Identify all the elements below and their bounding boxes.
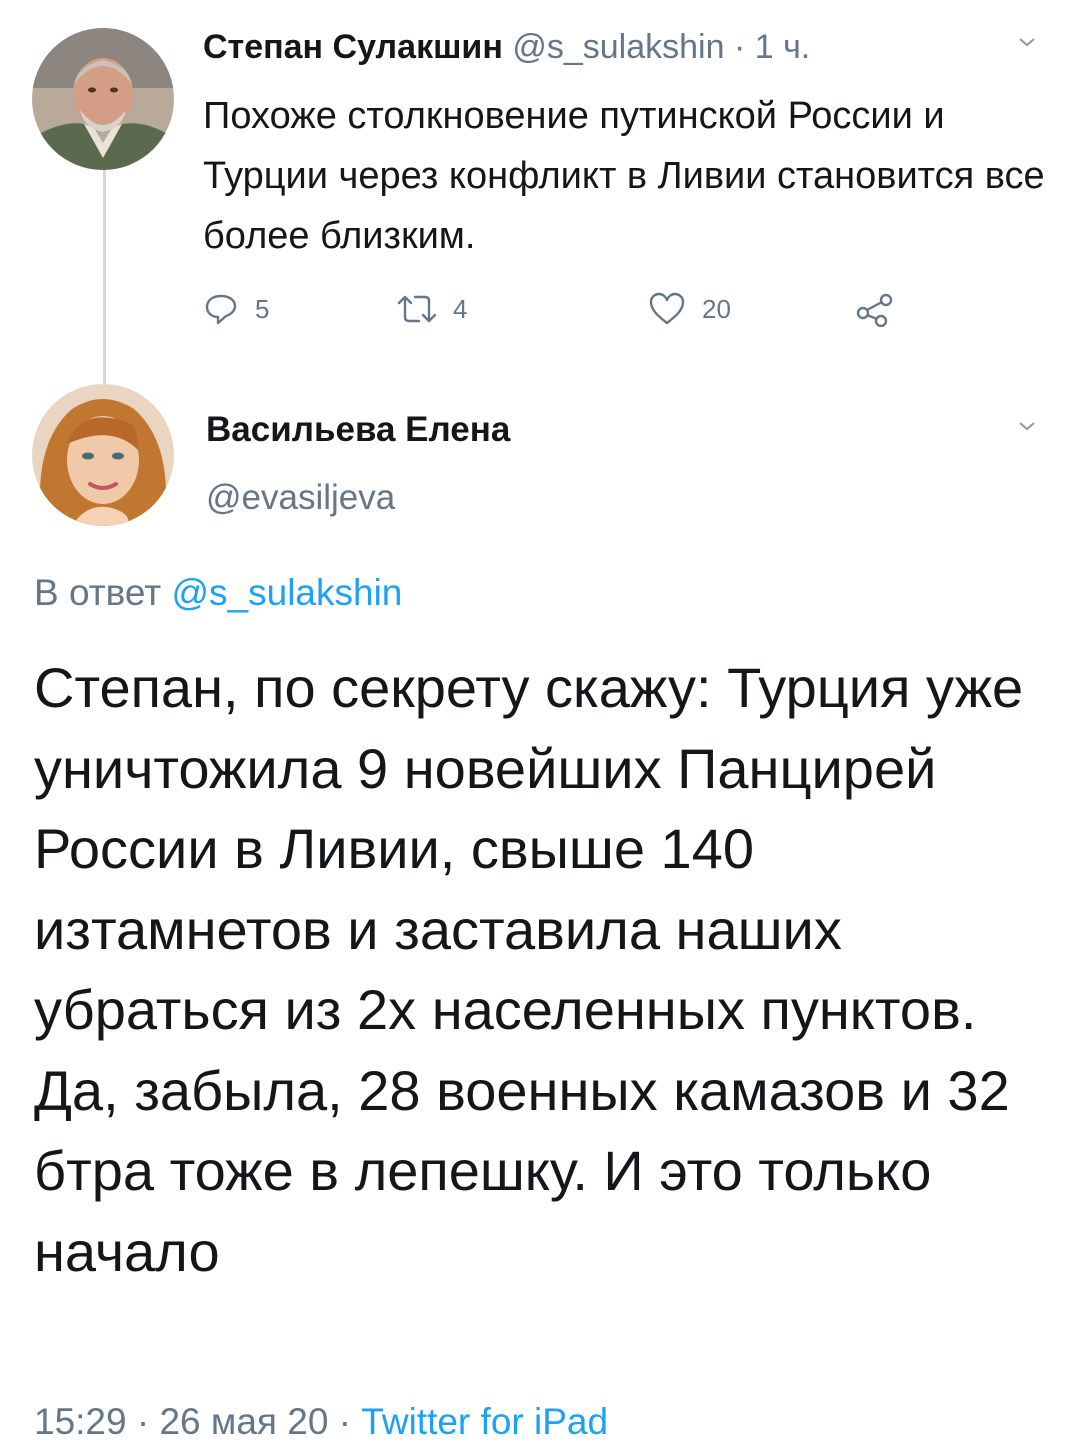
retweet-count: 4: [453, 293, 468, 324]
tweet-time[interactable]: 15:29: [34, 1401, 127, 1442]
reply-icon: [203, 291, 239, 327]
retweet-button[interactable]: 4: [397, 287, 467, 331]
retweet-icon: [397, 291, 437, 327]
like-button[interactable]: 20: [648, 287, 731, 331]
parent-tweet-actions: 5 4 20: [203, 287, 923, 331]
thread-connector-line: [103, 170, 106, 384]
parent-author-handle[interactable]: @s_sulakshin: [512, 28, 724, 66]
reply-to-handle-link[interactable]: @s_sulakshin: [172, 572, 403, 613]
avatar-evasiljeva[interactable]: [32, 384, 174, 526]
parent-tweet-text: Похоже столкновение путинской России и Т…: [203, 95, 1045, 257]
tweet-metadata: 15:29 · 26 мая 20 · Twitter for iPad: [34, 1397, 608, 1447]
reply-count: 5: [255, 293, 270, 324]
reply-to-prefix: В ответ: [34, 572, 162, 613]
parent-tweet-header: Степан Сулакшин @s_sulakshin · 1 ч.: [203, 26, 810, 68]
avatar-sulakshin[interactable]: [32, 28, 174, 170]
replying-to: В ответ @s_sulakshin: [34, 570, 402, 616]
parent-author-name[interactable]: Степан Сулакшин: [203, 28, 503, 66]
header-separator: ·: [733, 28, 746, 66]
tweet-source-link[interactable]: Twitter for iPad: [361, 1401, 608, 1442]
share-icon: [855, 291, 895, 327]
parent-tweet-time[interactable]: 1 ч.: [755, 28, 811, 66]
like-count: 20: [702, 293, 731, 324]
meta-separator: ·: [338, 1401, 352, 1442]
like-icon: [648, 291, 686, 327]
chevron-down-icon[interactable]: [1019, 34, 1035, 50]
reply-tweet-text: Степан, по секрету скажу: Турция уже уни…: [34, 656, 1024, 1283]
reply-button[interactable]: 5: [203, 287, 269, 331]
chevron-down-icon[interactable]: [1019, 418, 1035, 434]
meta-separator: ·: [136, 1401, 150, 1442]
reply-author-name[interactable]: Васильева Елена: [206, 408, 510, 452]
tweet-date[interactable]: 26 мая 20: [159, 1401, 328, 1442]
reply-author-handle[interactable]: @evasiljeva: [206, 476, 395, 520]
share-button[interactable]: [855, 287, 895, 331]
